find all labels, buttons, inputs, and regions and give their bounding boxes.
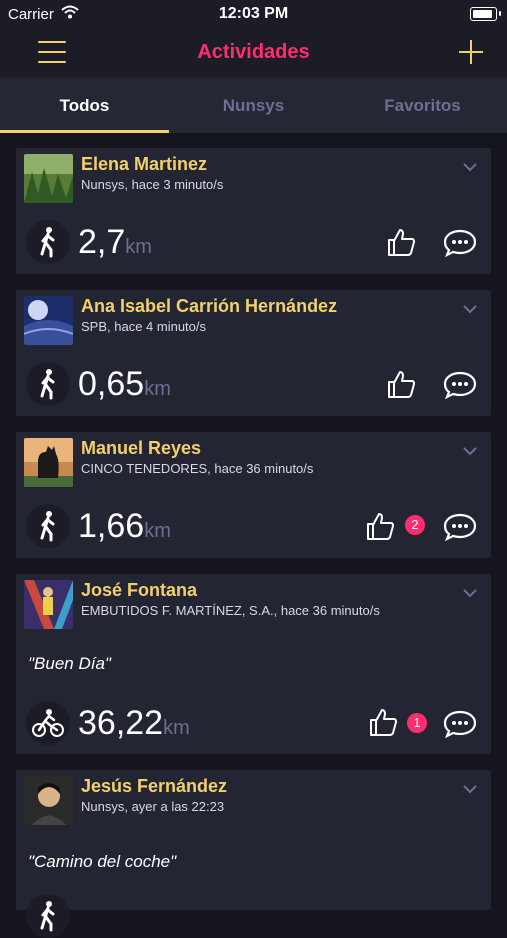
walking-icon [26,362,70,406]
thumbs-up-icon[interactable] [365,511,395,541]
activity-subtitle: EMBUTIDOS F. MARTÍNEZ, S.A., hace 36 min… [81,603,380,618]
clock: 12:03 PM [218,5,289,22]
likes-count-badge: 2 [405,515,425,535]
user-name: Elena Martinez [81,154,208,174]
thumbs-up-icon[interactable] [386,369,416,399]
walking-icon [26,504,70,548]
walking-icon [26,220,70,264]
distance-value: 1,66km [78,507,171,545]
page-title: Actividades [197,41,310,63]
chevron-down-icon[interactable] [463,446,477,456]
user-name: Ana Isabel Carrión Hernández [81,296,338,316]
comment-icon[interactable] [443,709,477,739]
user-name: Manuel Reyes [81,438,202,458]
tab-nunsys[interactable]: Nunsys [169,78,338,133]
activity-subtitle: CINCO TENEDORES, hace 36 minuto/s [81,461,314,476]
battery-tip [499,11,501,16]
activity-card[interactable]: Ana Isabel Carrión Hernández SPB, hace 4… [16,290,491,416]
chevron-down-icon[interactable] [463,162,477,172]
chevron-down-icon[interactable] [463,588,477,598]
activity-card[interactable]: Elena Martinez Nunsys, hace 3 minuto/s 2… [16,148,491,274]
thumbs-up-icon[interactable] [386,227,416,257]
tab-todos[interactable]: Todos [0,78,169,133]
distance-value: 0,65km [78,365,171,403]
distance-value: 36,22km [78,704,190,742]
activity-comment: "Buen Día" [28,654,111,673]
distance-unit: km [144,378,171,400]
thumbs-up-icon[interactable] [368,707,398,737]
chevron-down-icon[interactable] [463,784,477,794]
battery-icon [470,7,497,21]
comment-icon[interactable] [443,228,477,258]
comment-icon[interactable] [443,370,477,400]
avatar [24,154,73,203]
activity-subtitle: SPB, hace 4 minuto/s [81,319,207,334]
add-icon[interactable] [459,40,483,64]
tab-bar: Todos Nunsys Favoritos [0,78,507,133]
activity-subtitle: Nunsys, ayer a las 22:23 [81,799,225,814]
activity-card[interactable]: Jesús Fernández Nunsys, ayer a las 22:23… [16,770,491,938]
avatar [24,296,73,345]
distance-value: 2,7km [78,223,152,261]
distance-unit: km [125,236,152,258]
cycling-icon [26,701,70,745]
chevron-down-icon[interactable] [463,304,477,314]
avatar [24,776,73,825]
walking-icon [26,894,70,938]
likes-count-badge: 1 [407,713,427,733]
nav-bar: Actividades [0,28,507,78]
activity-card[interactable]: José Fontana EMBUTIDOS F. MARTÍNEZ, S.A.… [16,574,491,754]
tab-favoritos[interactable]: Favoritos [338,78,507,133]
user-name: José Fontana [81,580,198,600]
avatar [24,580,73,629]
activity-card[interactable]: Manuel Reyes CINCO TENEDORES, hace 36 mi… [16,432,491,558]
comment-icon[interactable] [443,512,477,542]
avatar [24,438,73,487]
distance-unit: km [163,717,190,739]
activity-subtitle: Nunsys, hace 3 minuto/s [81,177,224,192]
status-bar: Carrier 12:03 PM [0,0,507,28]
activity-comment: "Camino del coche" [28,852,177,871]
user-name: Jesús Fernández [81,776,228,796]
distance-unit: km [144,520,171,542]
